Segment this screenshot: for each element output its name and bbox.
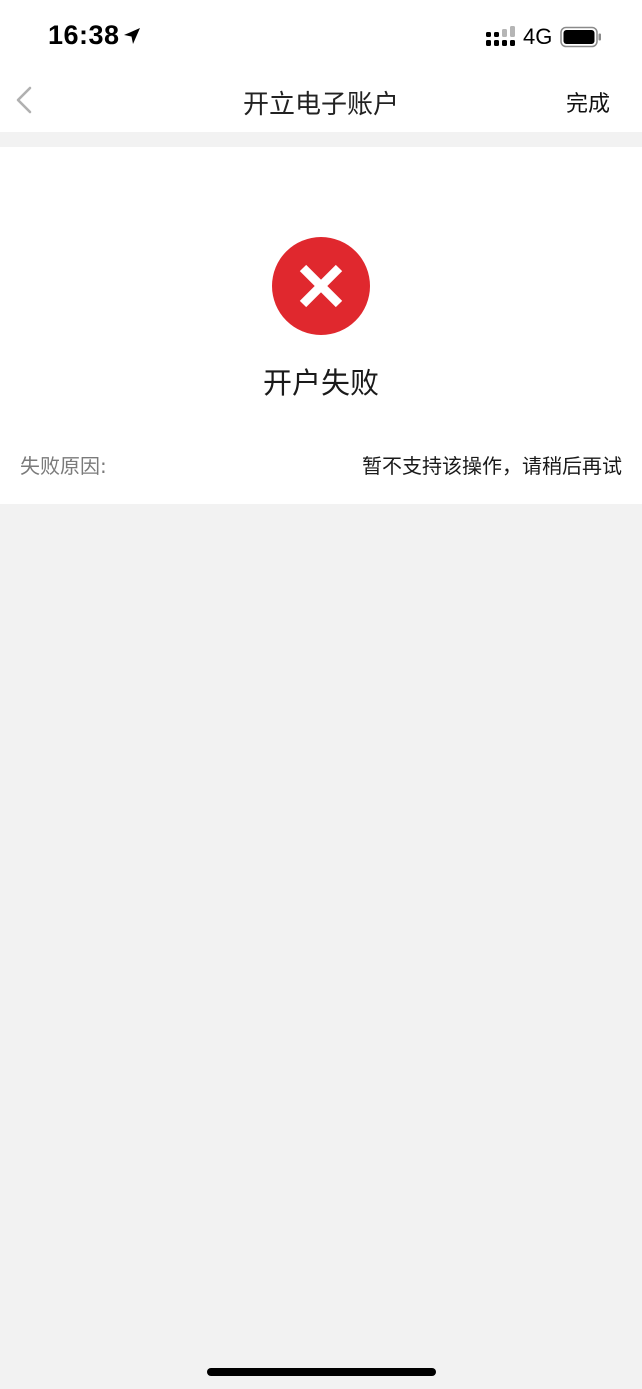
result-card: 开户失败 失败原因: 暂不支持该操作，请稍后再试 bbox=[0, 147, 642, 504]
battery-icon bbox=[560, 26, 601, 48]
navigation-bar: 开立电子账户 完成 bbox=[0, 72, 642, 132]
status-time: 16:38 bbox=[48, 20, 120, 50]
home-indicator[interactable] bbox=[207, 1368, 436, 1376]
cellular-signal-icon bbox=[486, 26, 515, 46]
failure-reason-row: 失败原因: 暂不支持该操作，请稍后再试 bbox=[20, 450, 622, 480]
result-title: 开户失败 bbox=[262, 366, 379, 400]
page-title: 开立电子账户 bbox=[242, 90, 399, 120]
done-button[interactable]: 完成 bbox=[566, 86, 610, 118]
status-bar: 16:38 4G bbox=[0, 0, 642, 72]
failure-reason-value: 暂不支持该操作，请稍后再试 bbox=[362, 454, 622, 478]
network-type: 4G bbox=[523, 24, 553, 49]
page: 16:38 4G 开立电子账户 完成 开户失败 失败原因: 暂不支持该操作，请稍… bbox=[0, 0, 642, 1389]
failure-reason-label: 失败原因: bbox=[20, 454, 107, 478]
location-arrow-icon bbox=[124, 28, 140, 44]
error-x-circle-icon bbox=[272, 237, 370, 335]
